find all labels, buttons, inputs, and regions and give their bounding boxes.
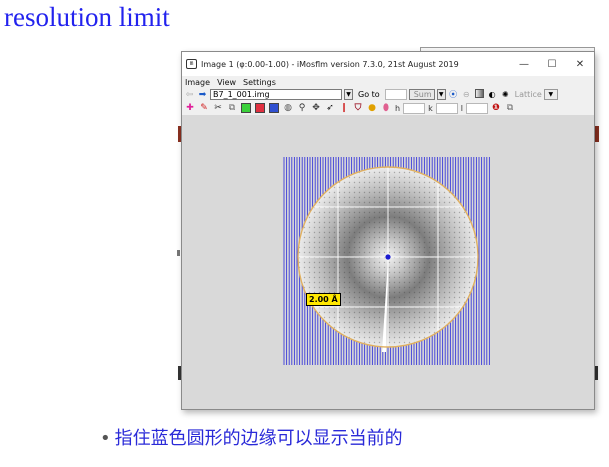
app-icon: m: [186, 59, 197, 69]
l-input[interactable]: [465, 102, 488, 114]
goto-button[interactable]: Go to: [355, 90, 383, 99]
window-title: Image 1 (φ:0.00-1.00) - iMosflm version …: [201, 59, 459, 69]
sum-field[interactable]: Sum: [408, 89, 435, 100]
bullet-content: 指住蓝色圆形的边缘可以显示当前的: [114, 428, 403, 449]
blue-box-icon[interactable]: [269, 103, 279, 113]
gear-icon[interactable]: ✺: [500, 89, 511, 100]
scissors-icon[interactable]: ✂: [212, 102, 224, 114]
marker-icon[interactable]: ❙: [338, 102, 350, 114]
menu-view[interactable]: View: [217, 78, 236, 87]
globe-icon[interactable]: ◍: [282, 102, 294, 114]
sun-icon[interactable]: ●: [366, 102, 378, 114]
slide-title: resolution limit: [4, 2, 170, 32]
target-icon[interactable]: ⦿: [448, 89, 459, 100]
lattice-dropdown[interactable]: ▼: [543, 89, 558, 100]
shield-icon[interactable]: ⛉: [352, 102, 364, 114]
resolution-label: 2.00 Å: [306, 293, 341, 306]
bullet-text: • 指住蓝色圆形的边缘可以显示当前的: [100, 424, 403, 450]
pointer-icon[interactable]: ➶: [324, 102, 336, 114]
close-button[interactable]: ✕: [566, 52, 594, 76]
half-circle-icon[interactable]: ◐: [487, 89, 498, 100]
erase-spot-icon[interactable]: ✎: [198, 102, 210, 114]
l-label: l: [460, 103, 463, 113]
pan-icon[interactable]: ✥: [310, 102, 322, 114]
red-box-icon[interactable]: [255, 103, 265, 113]
menu-image[interactable]: Image: [185, 78, 210, 87]
menu-settings[interactable]: Settings: [243, 78, 276, 87]
bullet-dot: •: [100, 428, 111, 449]
eraser-icon[interactable]: ⬮: [380, 102, 392, 114]
beam-centre-dot[interactable]: [385, 254, 391, 260]
contrast-square-icon[interactable]: [474, 89, 485, 100]
select-box-icon[interactable]: ⧉: [226, 102, 238, 114]
image-file-field[interactable]: B7_1_001.img: [210, 89, 342, 100]
tools-toolbar: ✚ ✎ ✂ ⧉ ◍ ⚲ ✥ ➶ ❙ ⛉ ● ⬮ h k l ❶ ⧉: [182, 101, 594, 115]
sum-dropdown-icon[interactable]: ▼: [436, 89, 446, 100]
title-bar[interactable]: m Image 1 (φ:0.00-1.00) - iMosflm versio…: [182, 52, 594, 76]
k-input[interactable]: [435, 102, 458, 114]
add-spot-icon[interactable]: ✚: [184, 102, 196, 114]
minimize-button[interactable]: —: [510, 52, 538, 76]
maximize-button[interactable]: ☐: [538, 52, 566, 76]
goto-input[interactable]: [384, 89, 407, 100]
diffraction-image-canvas[interactable]: 2.00 Å: [182, 115, 594, 409]
lattice-label: Lattice: [514, 90, 542, 99]
window-split-icon[interactable]: ⧉: [504, 102, 516, 114]
k-label: k: [428, 103, 433, 113]
edge-tick-left: [177, 250, 180, 256]
green-box-icon[interactable]: [241, 103, 251, 113]
alert-icon[interactable]: ❶: [490, 102, 502, 114]
back-arrow-icon[interactable]: ⇦: [184, 90, 195, 100]
circle-icon[interactable]: ⊖: [461, 89, 472, 100]
edge-marker-right: [595, 126, 599, 142]
edge-marker-right-bottom: [595, 366, 598, 380]
h-input[interactable]: [403, 102, 426, 114]
imosflm-image-window[interactable]: m Image 1 (φ:0.00-1.00) - iMosflm versio…: [181, 51, 595, 410]
forward-arrow-icon[interactable]: ➡: [197, 90, 208, 100]
menu-bar: Image View Settings: [182, 76, 594, 88]
file-dropdown-icon[interactable]: ▼: [344, 89, 353, 100]
diffraction-image[interactable]: [182, 115, 594, 409]
h-label: h: [395, 103, 401, 113]
zoom-icon[interactable]: ⚲: [296, 102, 308, 114]
image-toolbar: ⇦ ➡ B7_1_001.img ▼ Go to Sum ▼ ⦿ ⊖ ◐ ✺ L…: [182, 88, 594, 101]
